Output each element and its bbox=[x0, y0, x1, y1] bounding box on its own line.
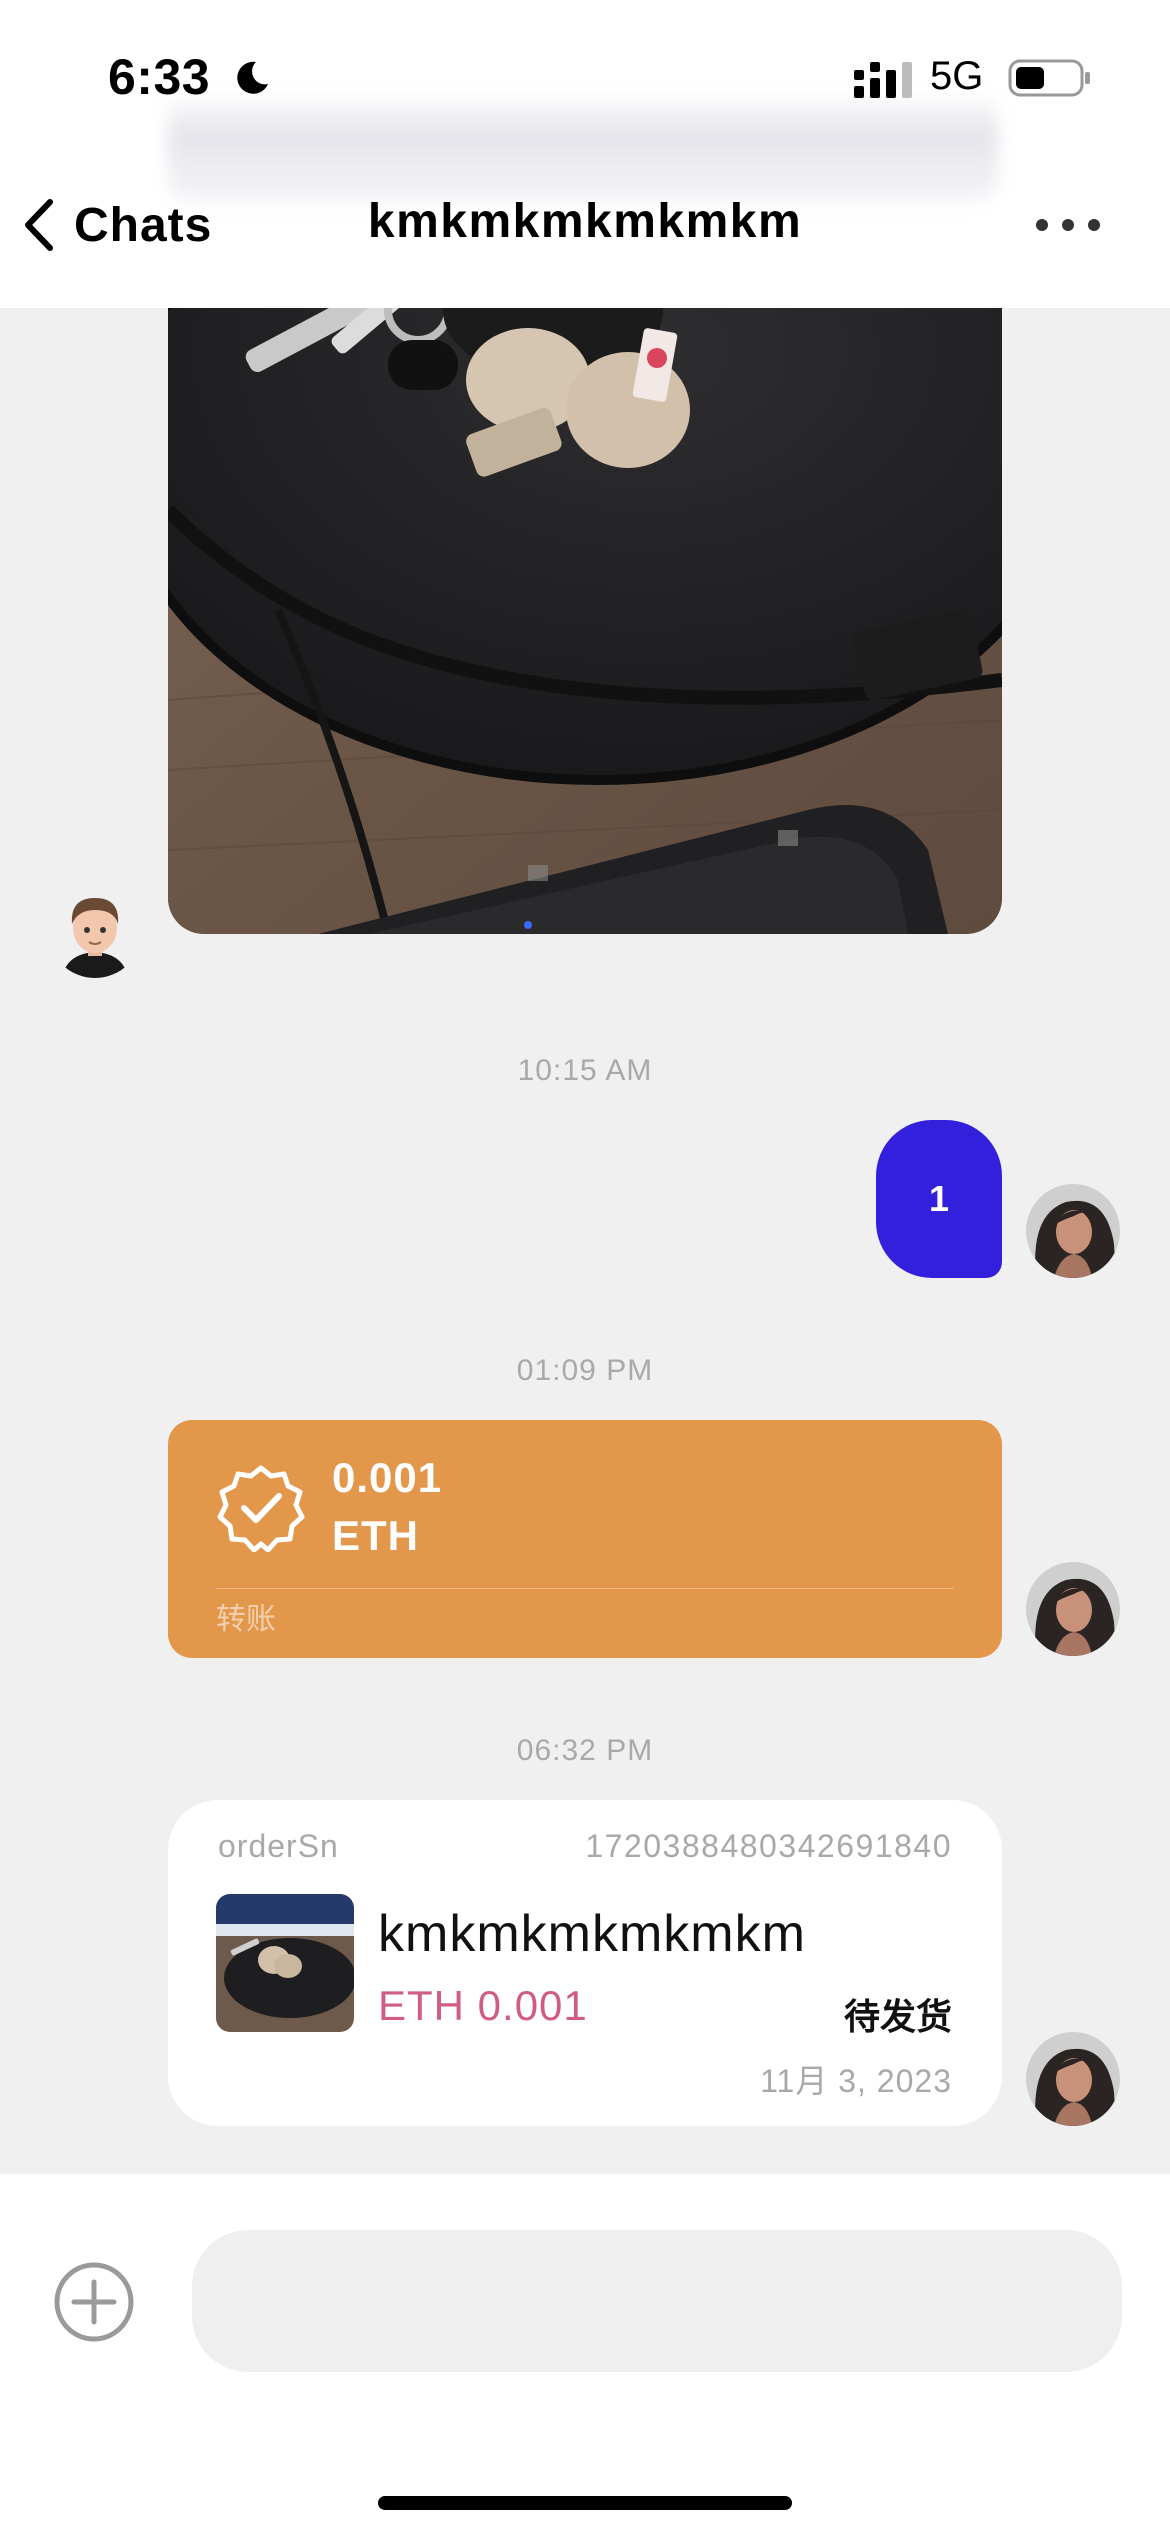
status-time: 6:33 bbox=[108, 49, 211, 105]
message-composer bbox=[0, 2174, 1170, 2532]
moon-icon bbox=[237, 61, 268, 94]
transfer-message[interactable]: 0.001 ETH 转账 bbox=[168, 1420, 1002, 1658]
plus-circle-icon[interactable] bbox=[52, 2260, 136, 2344]
order-price: ETH 0.001 bbox=[378, 1982, 588, 2029]
user-avatar[interactable] bbox=[1026, 2032, 1120, 2126]
order-sn-label: orderSn bbox=[218, 1828, 339, 1864]
order-message[interactable]: orderSn 1720388480342691840 kmkmkmkmkmkm… bbox=[168, 1800, 1002, 2126]
more-button[interactable] bbox=[1036, 200, 1100, 250]
home-indicator bbox=[378, 2496, 792, 2510]
ellipsis-icon bbox=[1036, 219, 1048, 231]
battery-icon bbox=[1008, 59, 1090, 97]
timestamp: 01:09 PM bbox=[516, 1354, 654, 1387]
order-status: 待发货 bbox=[843, 1996, 952, 2037]
timestamp: 06:32 PM bbox=[516, 1734, 654, 1767]
signal-icon bbox=[854, 62, 912, 98]
order-product-name: kmkmkmkmkmkm bbox=[378, 1905, 806, 1963]
chat-screen: 6:33 5G Chats kmkmkmkmkmkm 10:15 AM 1 01… bbox=[0, 0, 1170, 2532]
top-bar: 6:33 5G Chats kmkmkmkmkmkm bbox=[0, 0, 1170, 308]
header-blur bbox=[168, 92, 998, 202]
network-label: 5G bbox=[930, 54, 984, 98]
sent-text-message[interactable]: 1 bbox=[876, 1120, 1002, 1278]
transfer-label: 转账 bbox=[216, 1603, 276, 1636]
order-thumbnail bbox=[216, 1894, 354, 2032]
timestamp: 10:15 AM bbox=[517, 1054, 653, 1087]
message-input[interactable] bbox=[192, 2230, 1122, 2372]
transfer-currency: ETH bbox=[332, 1512, 419, 1559]
order-sn-value: 1720388480342691840 bbox=[585, 1828, 952, 1864]
user-avatar[interactable] bbox=[1026, 1184, 1120, 1278]
order-date: 11月 3, 2023 bbox=[760, 2063, 952, 2099]
divider bbox=[216, 1588, 954, 1589]
transfer-amount: 0.001 bbox=[332, 1454, 443, 1501]
chat-title: kmkmkmkmkmkm bbox=[367, 195, 803, 248]
message-text: 1 bbox=[928, 1178, 950, 1219]
verified-badge-icon bbox=[217, 1465, 305, 1552]
photo-image bbox=[168, 250, 1002, 934]
photo-message[interactable] bbox=[168, 250, 1002, 934]
user-avatar[interactable] bbox=[1026, 1562, 1120, 1656]
contact-avatar[interactable] bbox=[48, 884, 142, 978]
